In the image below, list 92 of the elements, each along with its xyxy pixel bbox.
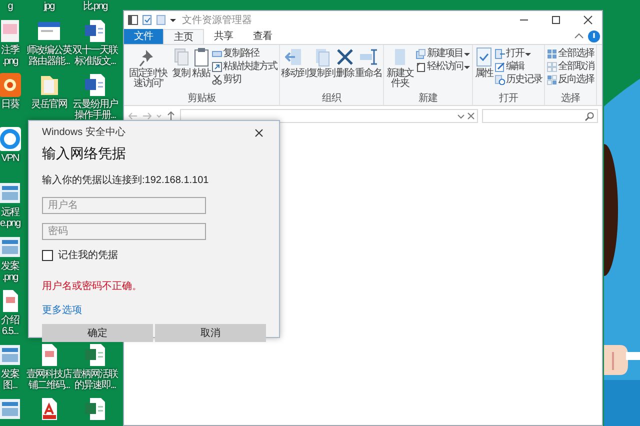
- up-icon[interactable]: [166, 111, 176, 121]
- history-icon: [495, 74, 505, 84]
- desktop-icon-label[interactable]: 日葵: [0, 99, 22, 110]
- edit-icon: [495, 62, 505, 72]
- desktop-icon-label[interactable]: g: [0, 1, 22, 12]
- properties-icon[interactable]: [142, 15, 152, 25]
- ribbon-button[interactable]: 删除: [335, 47, 355, 93]
- desktop-icon-label[interactable]: 注季 .png: [0, 45, 22, 67]
- search-icon: [585, 112, 594, 120]
- help-icon[interactable]: [586, 29, 602, 44]
- copy-path-icon: [212, 48, 222, 58]
- ribbon-button[interactable]: 复制: [171, 47, 191, 93]
- ribbon-button[interactable]: 复制路径: [211, 48, 278, 59]
- ribbon-button[interactable]: 新建文件夹: [385, 47, 415, 93]
- ribbon-button[interactable]: 粘贴: [191, 47, 211, 93]
- ribbon-button[interactable]: 历史记录: [494, 74, 543, 85]
- excel-document-icon[interactable]: [83, 396, 107, 422]
- ribbon-button[interactable]: 全部取消: [546, 61, 595, 72]
- word-document-icon[interactable]: [83, 18, 107, 44]
- ribbon-button[interactable]: 新建项目: [415, 48, 471, 59]
- vpn-app-icon[interactable]: [0, 126, 22, 152]
- screenshot-file-icon[interactable]: [0, 396, 22, 422]
- checkbox-label[interactable]: 记住我的凭据: [58, 248, 118, 263]
- file-menu-tab[interactable]: 文件: [124, 29, 163, 44]
- ribbon-button[interactable]: 反向选择: [546, 74, 595, 85]
- checkbox[interactable]: [42, 250, 53, 261]
- ribbon-tab[interactable]: 主页: [163, 29, 204, 44]
- dialog-caption: Windows 安全中心: [42, 126, 126, 140]
- ribbon-button[interactable]: 固定到“快速访问”: [125, 47, 171, 93]
- desktop-icon-label[interactable]: 灵岳官网: [26, 99, 72, 110]
- input-field[interactable]: 密码: [42, 223, 206, 240]
- cancel-button[interactable]: 取消: [155, 324, 266, 342]
- ok-button[interactable]: 确定: [42, 324, 153, 342]
- desktop-icon-label[interactable]: 师改编公英路由器能...: [26, 45, 72, 67]
- invert-selection-icon: [547, 74, 557, 84]
- close-icon: [583, 15, 593, 25]
- shortcut-icon: [212, 62, 222, 72]
- dialog-prompt: 输入你的凭据以连接到:192.168.1.101: [42, 174, 210, 188]
- screenshot-file-icon[interactable]: [0, 234, 22, 260]
- desktop-icon-label[interactable]: 云曼纷用户操作手册...: [72, 99, 118, 121]
- rename-icon: [358, 47, 378, 67]
- select-none-icon: [547, 62, 557, 72]
- ribbon-group-label: 组织: [321, 93, 342, 105]
- desktop-icon-label[interactable]: 发案图...: [0, 369, 22, 391]
- more-options-link[interactable]: 更多选项: [42, 303, 82, 318]
- error-message: 用户名或密码不正确。: [42, 280, 143, 294]
- close-icon[interactable]: [467, 112, 475, 120]
- desktop-icon-label[interactable]: 壹柄网活联的异速即...: [72, 369, 118, 391]
- desktop-icon-label[interactable]: 壹网科技店铺二维码...: [26, 369, 72, 391]
- chevron-icon[interactable]: [457, 112, 465, 120]
- ribbon-group-label: 新建: [418, 93, 438, 105]
- ribbon-button[interactable]: 打开: [494, 48, 543, 59]
- sunflower-app-icon[interactable]: [0, 72, 22, 98]
- delete-icon: [335, 47, 355, 67]
- ribbon-button[interactable]: 剪切: [211, 74, 278, 85]
- desktop-icon-label[interactable]: 发案 .png: [0, 261, 22, 283]
- desktop-icon-label[interactable]: VPN: [0, 153, 22, 164]
- ribbon-group-label: 选择: [560, 93, 581, 105]
- ribbon-group-label: 剪贴板: [186, 93, 217, 105]
- screenshot-file-icon[interactable]: [0, 342, 22, 368]
- properties-icon: [474, 47, 494, 67]
- ribbon-group-label: 打开: [498, 93, 520, 105]
- desktop-icon-label[interactable]: 远程 e.png: [0, 207, 22, 229]
- ribbon-button[interactable]: 轻松访问: [415, 61, 471, 72]
- input-field[interactable]: 用户名: [42, 197, 206, 214]
- ribbon-button[interactable]: 全部选择: [546, 48, 595, 59]
- close-icon: [255, 128, 263, 136]
- ribbon-button[interactable]: 复制到: [308, 47, 335, 93]
- desktop-icon-label[interactable]: 比.png: [72, 1, 118, 12]
- desktop-icon-label[interactable]: 介绍 6.5...: [0, 315, 22, 337]
- desktop-icon-label[interactable]: jpg: [26, 1, 72, 12]
- ribbon-button[interactable]: 重命名: [355, 47, 382, 93]
- excel-document-icon[interactable]: [83, 342, 107, 368]
- ribbon-button[interactable]: 粘贴快捷方式: [211, 61, 278, 72]
- select-all-icon: [547, 48, 557, 58]
- ribbon-tab[interactable]: 查看: [243, 29, 282, 44]
- scissors-icon: [212, 74, 222, 84]
- search-field[interactable]: [482, 109, 598, 123]
- ribbon-tab[interactable]: 共享: [204, 29, 243, 44]
- maximize-icon: [551, 15, 561, 25]
- window-title: 文件资源管理器: [182, 14, 252, 28]
- dialog-heading: 输入网络凭据: [42, 144, 127, 163]
- ribbon-button[interactable]: 属性: [474, 47, 494, 93]
- screenshot-file-icon[interactable]: [0, 180, 22, 206]
- open-icon: [495, 48, 505, 58]
- ribbon-button[interactable]: 编辑: [494, 61, 543, 72]
- ribbon-button[interactable]: 移动到: [281, 47, 308, 93]
- window-icon: [128, 15, 138, 25]
- word-document-icon[interactable]: [83, 72, 107, 98]
- image-file-icon[interactable]: [0, 18, 22, 44]
- new-item-icon: [416, 48, 426, 58]
- desktop-icon-label[interactable]: 双十一天联标准版文...: [72, 45, 118, 67]
